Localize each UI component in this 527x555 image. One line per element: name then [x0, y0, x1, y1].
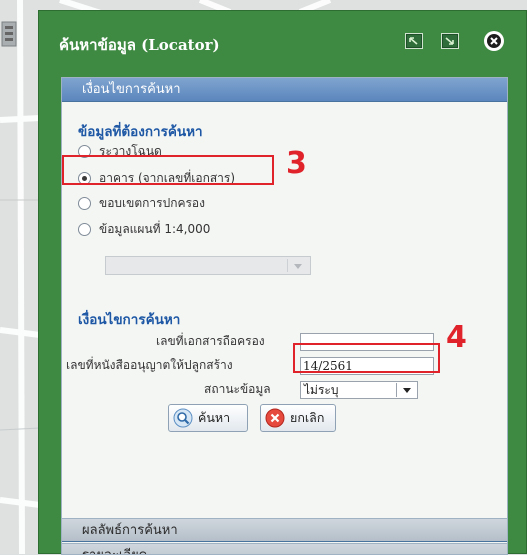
dialog-title: ค้นหาข้อมูล (Locator) [59, 36, 220, 54]
radio-admin-boundary[interactable]: ขอบเขตการปกครอง [78, 193, 205, 213]
data-to-search-label: ข้อมูลที่ต้องการค้นหา [78, 124, 203, 140]
chevron-down-icon [294, 264, 302, 269]
locator-dialog: ค้นหาข้อมูล (Locator) เงื่อนไขการค้นหา ข… [38, 10, 527, 555]
condition-section-label: เงื่อนไขการค้นหา [78, 312, 181, 328]
status-select[interactable]: ไม่ระบุ [300, 381, 418, 399]
radio-label: ขอบเขตการปกครอง [99, 195, 205, 210]
close-icon[interactable] [484, 31, 504, 51]
radio-building-doc[interactable]: อาคาร (จากเลขที่เอกสาร) [78, 168, 235, 188]
status-select-value: ไม่ระบุ [304, 383, 339, 397]
radio-map-4000[interactable]: ข้อมูลแผนที่ 1:4,000 [78, 219, 210, 239]
radio-deed-map[interactable]: ระวางโฉนด [78, 141, 162, 161]
search-button[interactable]: ค้นหา [168, 404, 248, 432]
doc-number-input[interactable] [300, 333, 434, 351]
search-button-label: ค้นหา [198, 410, 231, 425]
permit-number-label: เลขที่หนังสืออนุญาตให้ปลูกสร้าง [66, 358, 233, 372]
search-icon [173, 408, 193, 428]
map-handle-icon [1, 21, 17, 47]
radio-button[interactable] [78, 144, 91, 158]
radio-button[interactable] [78, 196, 91, 210]
radio-label: ข้อมูลแผนที่ 1:4,000 [99, 221, 211, 236]
restore-icon[interactable] [441, 33, 459, 49]
dialog-titlebar[interactable]: ค้นหาข้อมูล (Locator) [39, 11, 526, 67]
locator-panel: เงื่อนไขการค้นหา ข้อมูลที่ต้องการค้นหา ร… [61, 77, 508, 555]
cancel-button[interactable]: ยกเลิก [260, 404, 336, 432]
radio-button-checked[interactable] [78, 171, 91, 185]
cancel-button-label: ยกเลิก [290, 410, 325, 425]
cancel-icon [265, 408, 285, 428]
status-label: สถานะข้อมูล [204, 382, 271, 396]
select-separator [287, 259, 288, 272]
select-separator [396, 383, 397, 397]
radio-label: อาคาร (จากเลขที่เอกสาร) [99, 170, 236, 185]
details-header[interactable]: รายละเอียด [62, 543, 507, 554]
step4-label: 4 [446, 320, 467, 355]
radio-button[interactable] [78, 222, 91, 236]
chevron-down-icon [403, 388, 411, 393]
maximize-icon[interactable] [405, 33, 423, 49]
radio-label: ระวางโฉนด [99, 143, 162, 158]
results-header[interactable]: ผลลัพธ์การค้นหา [62, 518, 507, 542]
permit-number-input[interactable]: 14/2561 [300, 357, 434, 375]
map-sheet-select-disabled [105, 256, 311, 275]
step3-label: 3 [286, 146, 307, 181]
search-condition-header[interactable]: เงื่อนไขการค้นหา [62, 78, 507, 102]
doc-number-label: เลขที่เอกสารถือครอง [156, 334, 265, 348]
